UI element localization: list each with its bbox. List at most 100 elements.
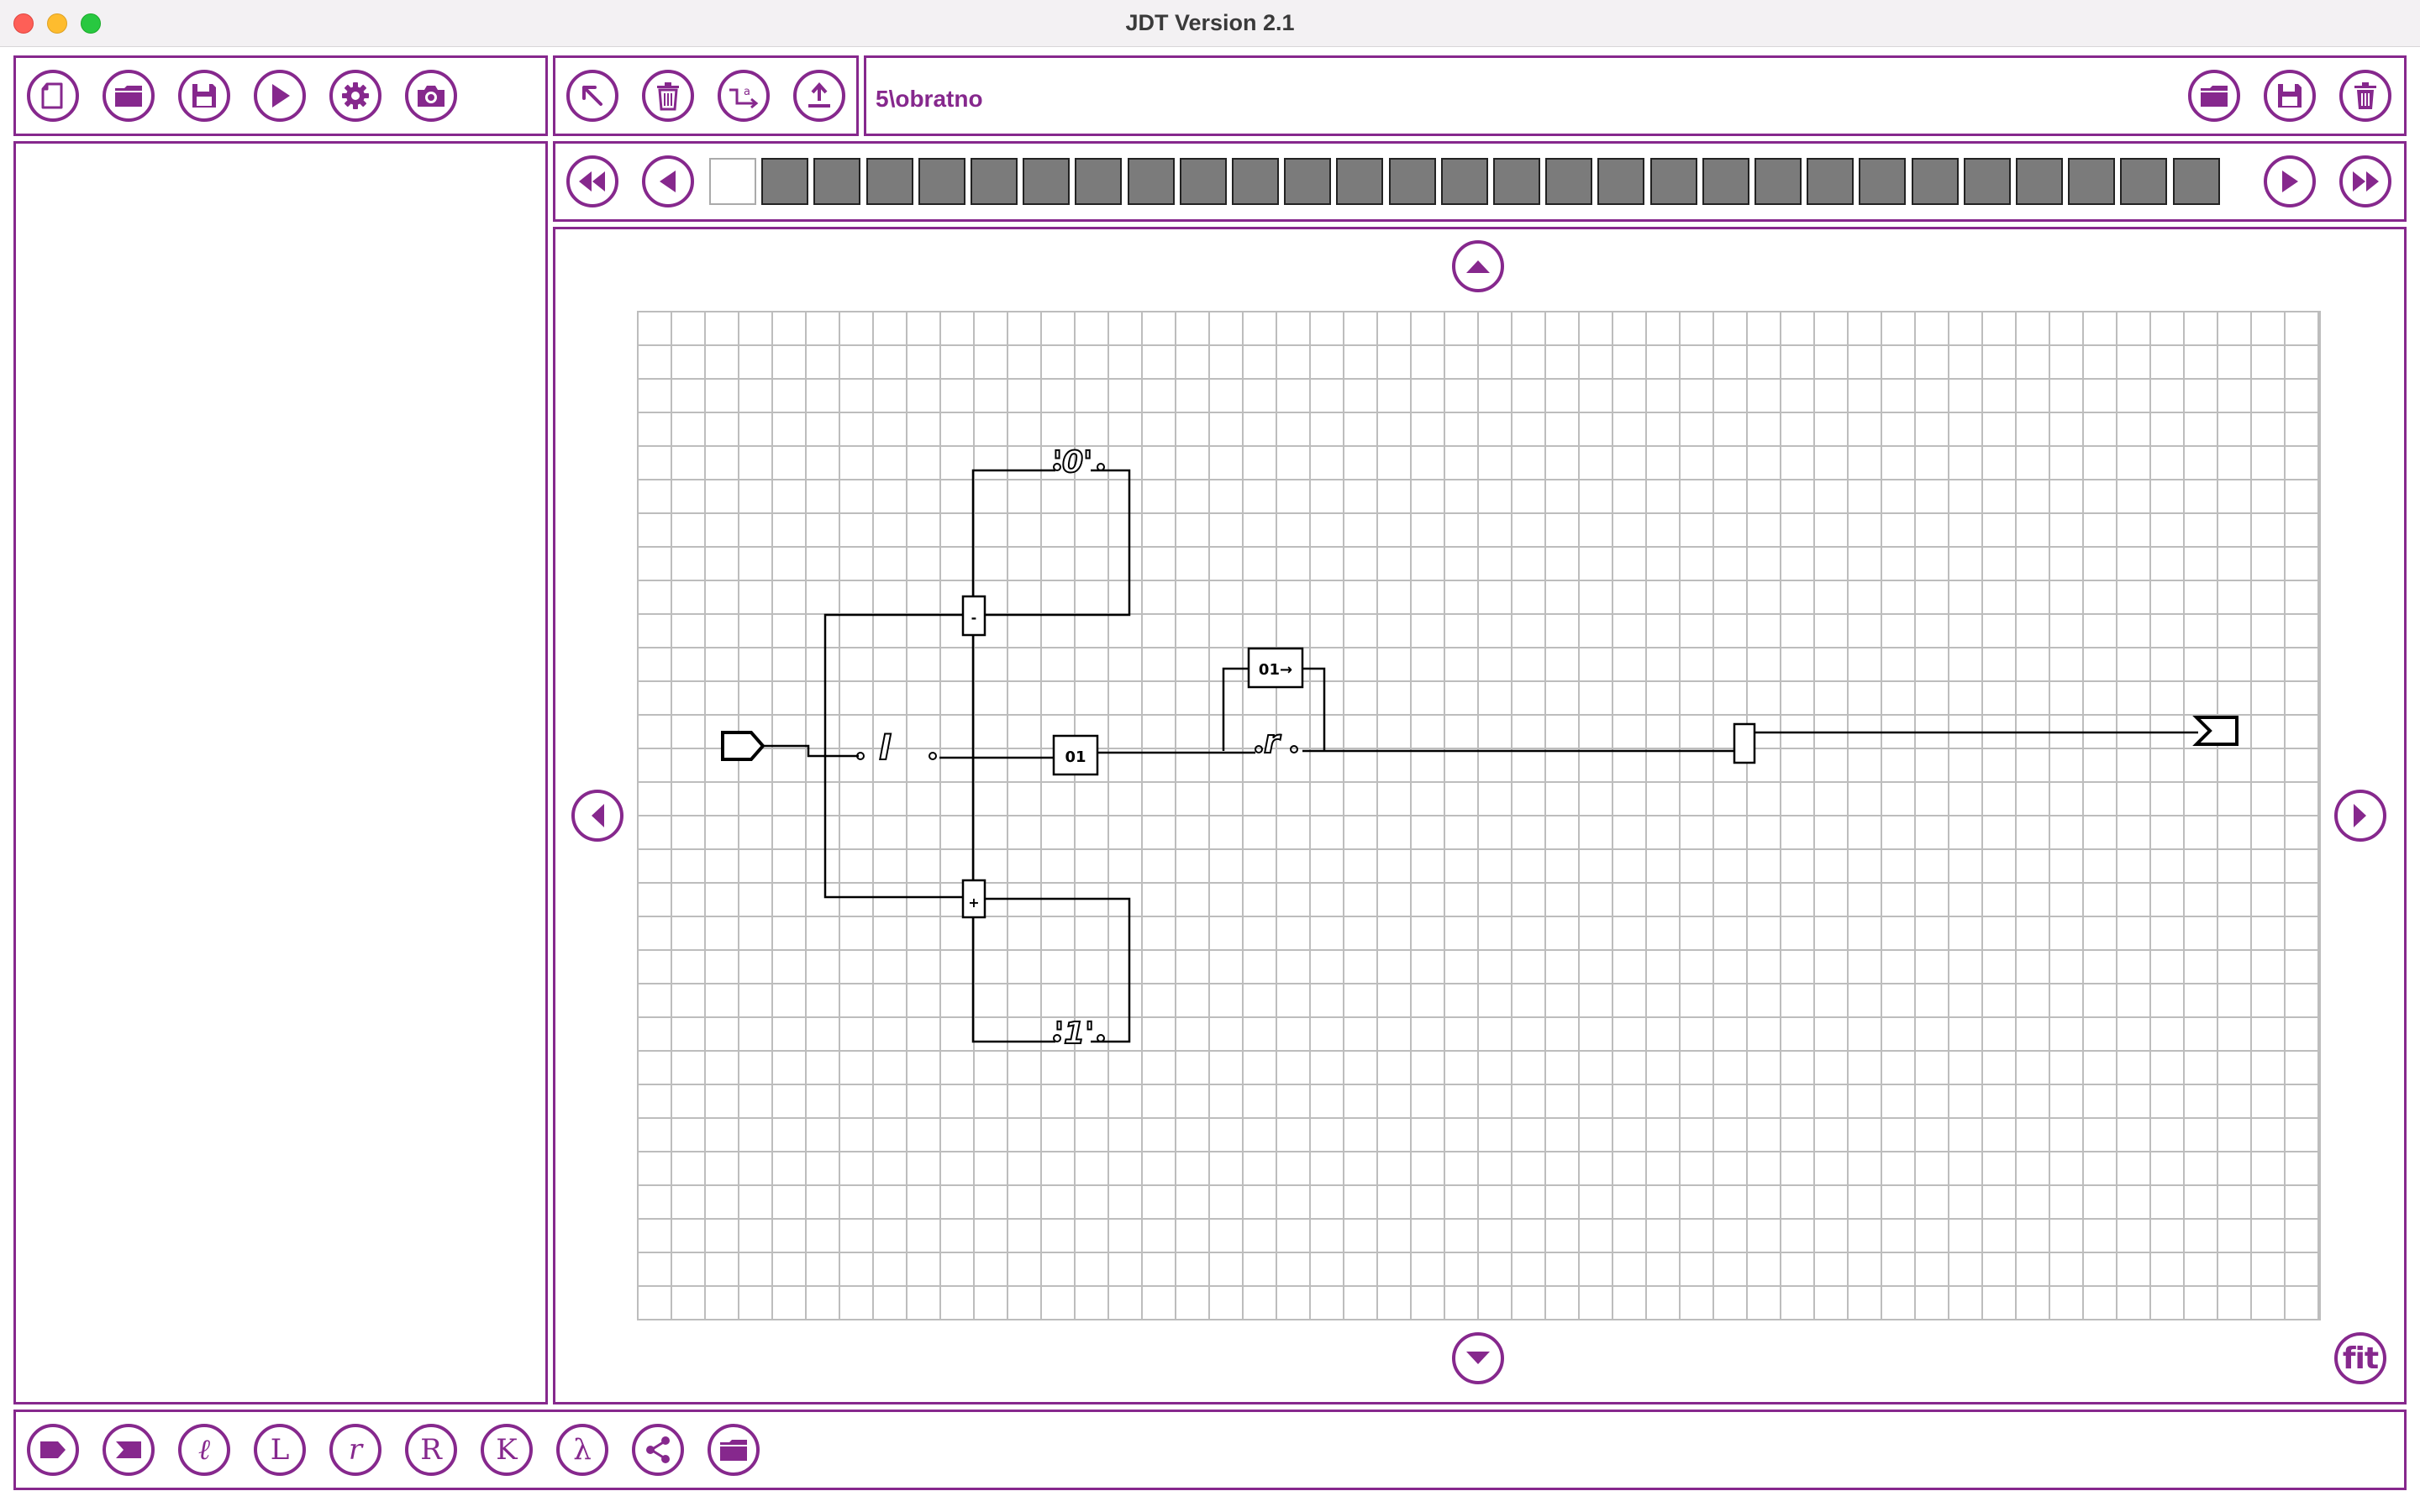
- tape-cell[interactable]: [1023, 158, 1070, 205]
- svg-text:a: a: [744, 86, 750, 98]
- step-forward-icon: [2277, 168, 2302, 195]
- tape-cell[interactable]: [1912, 158, 1959, 205]
- tape-cell[interactable]: [2016, 158, 2063, 205]
- tape-rewind-button[interactable]: [566, 155, 618, 207]
- scroll-right-button[interactable]: [2334, 790, 2386, 842]
- tape-cell[interactable]: [2173, 158, 2220, 205]
- upload-button[interactable]: [793, 70, 845, 122]
- step-back-icon: [655, 168, 681, 195]
- R-icon: R: [420, 1433, 442, 1467]
- share-icon: [643, 1435, 673, 1465]
- trash-icon: [655, 81, 681, 111]
- open-folder-icon: [113, 81, 145, 110]
- scroll-down-icon: [1464, 1348, 1492, 1368]
- delete-element-button[interactable]: [642, 70, 694, 122]
- tape-cell[interactable]: [1545, 158, 1592, 205]
- add-transition-button[interactable]: a: [718, 70, 770, 122]
- scroll-up-button[interactable]: [1452, 240, 1504, 292]
- start-label-button[interactable]: [27, 1424, 79, 1476]
- rewind-icon: [576, 169, 608, 194]
- run-button[interactable]: [254, 70, 306, 122]
- scroll-right-icon: [2350, 801, 2370, 830]
- title-bar: JDT Version 2.1: [0, 0, 2420, 47]
- lambda-icon: λ: [573, 1433, 592, 1467]
- script-r-icon: r: [348, 1433, 363, 1467]
- machine-r-button[interactable]: r: [329, 1424, 381, 1476]
- tape-cell[interactable]: [1441, 158, 1488, 205]
- file-delete-button[interactable]: [2339, 70, 2391, 122]
- tape-cell[interactable]: [866, 158, 913, 205]
- screenshot-button[interactable]: [405, 70, 457, 122]
- tape-cell[interactable]: [1128, 158, 1175, 205]
- file-open-button[interactable]: [2188, 70, 2240, 122]
- tape-cell[interactable]: [918, 158, 965, 205]
- end-label-button[interactable]: [103, 1424, 155, 1476]
- tape-cell[interactable]: [1859, 158, 1906, 205]
- machine-L-button[interactable]: L: [254, 1424, 306, 1476]
- fit-label: fit: [2342, 1341, 2379, 1376]
- settings-gear-icon: [340, 81, 371, 111]
- window-title: JDT Version 2.1: [1125, 10, 1295, 35]
- tape-step-back-button[interactable]: [642, 155, 694, 207]
- tape-cell-blank[interactable]: [709, 158, 756, 205]
- upload-icon: [805, 81, 834, 111]
- scroll-left-button[interactable]: [571, 790, 623, 842]
- K-icon: K: [496, 1433, 518, 1467]
- open-folder-button[interactable]: [103, 70, 155, 122]
- left-sidebar-panel: [13, 141, 548, 1404]
- open-folder-icon: [2198, 81, 2230, 110]
- tape-fast-forward-button[interactable]: [2339, 155, 2391, 207]
- file-bar-panel: [864, 55, 2407, 136]
- open-machine-button[interactable]: [708, 1424, 760, 1476]
- save-icon: [190, 81, 218, 110]
- play-icon: [267, 81, 292, 110]
- machine-lambda-button[interactable]: λ: [556, 1424, 608, 1476]
- tape-cell[interactable]: [1650, 158, 1697, 205]
- settings-button[interactable]: [329, 70, 381, 122]
- camera-icon: [415, 82, 447, 109]
- scroll-down-button[interactable]: [1452, 1332, 1504, 1384]
- label-start-icon: [38, 1438, 68, 1462]
- fast-forward-icon: [2349, 169, 2381, 194]
- tape-cell[interactable]: [1232, 158, 1279, 205]
- machine-l-button[interactable]: ℓ: [178, 1424, 230, 1476]
- scroll-up-icon: [1464, 256, 1492, 276]
- tape-cell[interactable]: [1180, 158, 1227, 205]
- new-file-icon: [38, 81, 68, 111]
- tape-cell[interactable]: [1493, 158, 1540, 205]
- scroll-left-icon: [587, 801, 608, 830]
- tape-cell[interactable]: [1075, 158, 1122, 205]
- file-save-button[interactable]: [2264, 70, 2316, 122]
- tape-cell[interactable]: [1964, 158, 2011, 205]
- script-l-icon: ℓ: [197, 1433, 211, 1467]
- tape-cell[interactable]: [1389, 158, 1436, 205]
- label-end-icon: [113, 1438, 144, 1462]
- tape-cell[interactable]: [1807, 158, 1854, 205]
- save-button[interactable]: [178, 70, 230, 122]
- tape-cell[interactable]: [2120, 158, 2167, 205]
- tape-cell[interactable]: [1284, 158, 1331, 205]
- diagram-canvas-grid[interactable]: [637, 311, 2321, 1320]
- tape-cell[interactable]: [1754, 158, 1802, 205]
- tape-cell[interactable]: [1336, 158, 1383, 205]
- tape-cell[interactable]: [761, 158, 808, 205]
- tape-cell[interactable]: [2068, 158, 2115, 205]
- open-folder-icon: [718, 1436, 750, 1464]
- machine-path-label: 5\obratno: [876, 86, 983, 112]
- trash-icon: [2352, 81, 2379, 111]
- machine-R-button[interactable]: R: [405, 1424, 457, 1476]
- select-pointer-button[interactable]: [566, 70, 618, 122]
- tape-cell[interactable]: [1597, 158, 1644, 205]
- L-icon: L: [270, 1433, 290, 1467]
- fit-button[interactable]: fit: [2334, 1332, 2386, 1384]
- tape-cell[interactable]: [813, 158, 860, 205]
- tape-step-forward-button[interactable]: [2264, 155, 2316, 207]
- new-file-button[interactable]: [27, 70, 79, 122]
- rename-transition-icon: a: [727, 81, 760, 110]
- save-icon: [2275, 81, 2304, 110]
- tape-cell[interactable]: [1702, 158, 1749, 205]
- share-button[interactable]: [632, 1424, 684, 1476]
- tape-cell[interactable]: [971, 158, 1018, 205]
- pointer-arrow-icon: [578, 81, 607, 110]
- machine-K-button[interactable]: K: [481, 1424, 533, 1476]
